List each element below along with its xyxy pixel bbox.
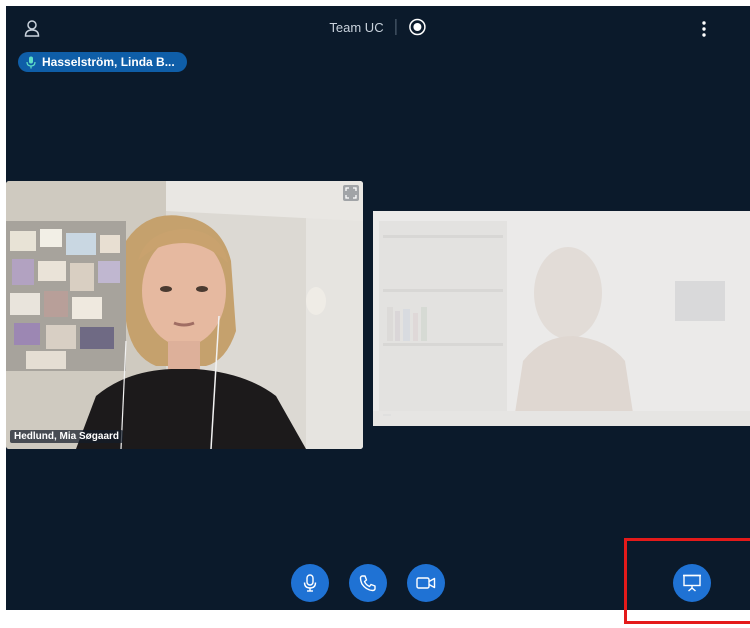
participant-name-tag: Hedlund, Mia Søgaard: [10, 430, 124, 443]
expand-tile-button[interactable]: [343, 185, 359, 201]
video-tile-main[interactable]: Hedlund, Mia Søgaard: [6, 181, 363, 449]
phone-icon: [359, 575, 376, 592]
participant-video: [6, 181, 363, 449]
participant-video-faded: [373, 211, 750, 426]
person-icon: [24, 20, 40, 37]
more-vertical-icon: [702, 21, 706, 37]
video-button[interactable]: [407, 564, 445, 602]
record-button[interactable]: [409, 18, 427, 36]
call-button[interactable]: [349, 564, 387, 602]
meeting-title: Team UC: [329, 19, 384, 35]
expand-icon: [345, 187, 357, 199]
record-icon: [409, 18, 426, 36]
participant-name-tag-faded: [383, 414, 391, 416]
camera-icon: [416, 577, 436, 589]
title-divider: [395, 19, 397, 35]
meeting-stage: Team UC Hasselström, Linda B... Hedlund,…: [6, 6, 750, 610]
participants-button[interactable]: [22, 18, 42, 38]
active-speaker-name: Hasselström, Linda B...: [42, 55, 175, 69]
active-speaker-badge: Hasselström, Linda B...: [18, 52, 187, 72]
more-options-button[interactable]: [698, 18, 710, 40]
top-bar: Team UC: [6, 6, 750, 50]
video-tile-secondary[interactable]: [373, 211, 750, 426]
microphone-icon: [303, 574, 317, 592]
title-group: Team UC: [329, 18, 426, 36]
microphone-icon: [26, 56, 36, 68]
microphone-button[interactable]: [291, 564, 329, 602]
presentation-icon: [683, 574, 701, 592]
present-button[interactable]: [673, 564, 711, 602]
